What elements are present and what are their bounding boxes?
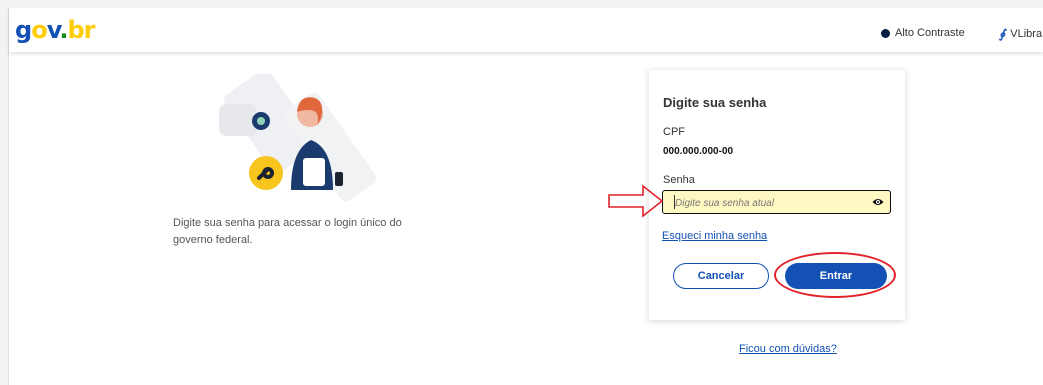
- phone-icon: [335, 172, 343, 186]
- password-input[interactable]: [663, 191, 877, 215]
- page: gov.br Alto Contraste ∮ VLibra Digite su…: [8, 8, 1043, 385]
- password-field[interactable]: [662, 190, 891, 215]
- govbr-logo[interactable]: gov.br: [15, 18, 96, 42]
- cancel-button[interactable]: Cancelar: [673, 263, 769, 289]
- vlibras-label: VLibra: [1010, 28, 1043, 40]
- intro-text: Digite sua senha para acessar o login ún…: [173, 217, 402, 246]
- cpf-label: CPF: [663, 126, 685, 138]
- annotation-arrow: [608, 184, 664, 218]
- site-header: gov.br Alto Contraste ∮ VLibra: [9, 8, 1043, 52]
- cloud-shape: [219, 104, 257, 136]
- card-title: Digite sua senha: [663, 95, 767, 110]
- doubts-link[interactable]: Ficou com dúvidas?: [739, 343, 837, 355]
- cpf-value: 000.000.000-00: [663, 146, 734, 157]
- high-contrast-button[interactable]: Alto Contraste: [881, 27, 965, 39]
- high-contrast-label: Alto Contraste: [895, 27, 965, 39]
- text-caret: [674, 195, 675, 209]
- contrast-icon: [881, 28, 890, 38]
- password-label: Senha: [663, 174, 695, 186]
- sign-language-icon: ∮: [999, 27, 1006, 41]
- eye-icon[interactable]: [872, 197, 884, 207]
- vlibras-button[interactable]: ∮ VLibra: [999, 27, 1042, 41]
- annotation-ring: [774, 252, 896, 298]
- forgot-password-link[interactable]: Esqueci minha senha: [662, 230, 767, 242]
- login-illustration: [219, 74, 377, 202]
